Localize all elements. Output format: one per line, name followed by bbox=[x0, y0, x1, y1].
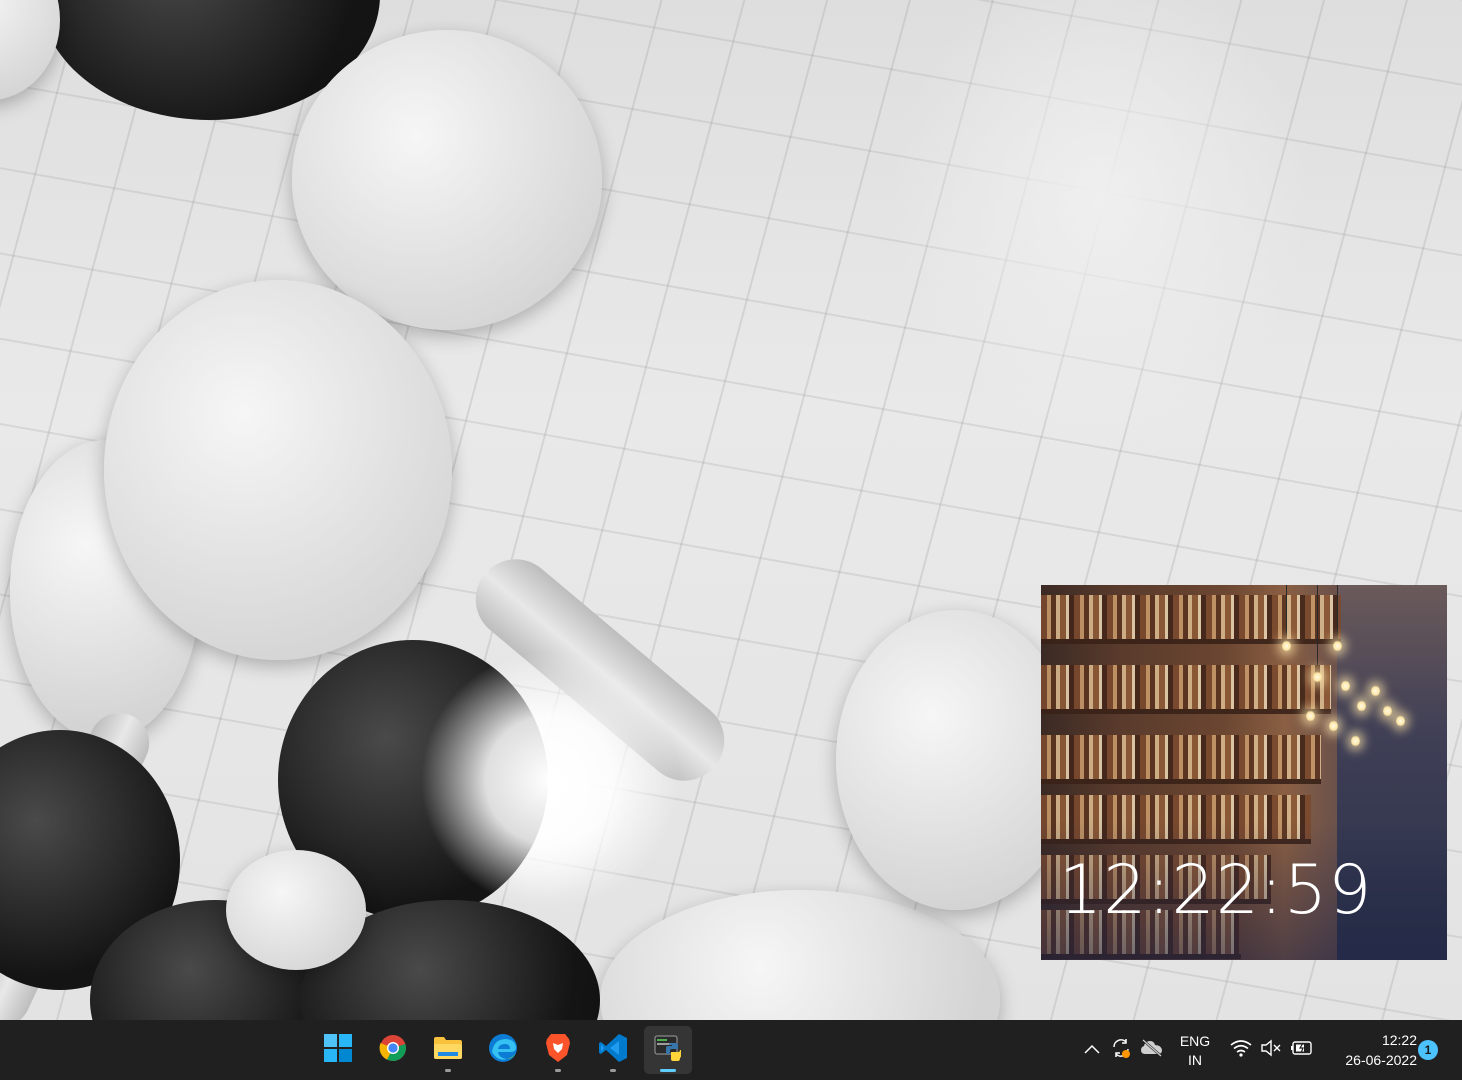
running-indicator bbox=[610, 1069, 616, 1072]
taskbar-date: 26-06-2022 bbox=[1345, 1052, 1417, 1068]
bookshelf-row bbox=[1041, 595, 1341, 644]
wallpaper-light-balloon-corner bbox=[0, 0, 60, 100]
lamp-bulb bbox=[1371, 685, 1380, 697]
lamp-bulb bbox=[1341, 680, 1350, 692]
bookshelf-row bbox=[1041, 735, 1321, 784]
windows-start-icon bbox=[323, 1033, 353, 1068]
taskbar-app-file-explorer[interactable] bbox=[424, 1026, 472, 1074]
chrome-icon bbox=[379, 1034, 407, 1067]
wifi-icon bbox=[1230, 1039, 1252, 1062]
wallpaper-light-flare bbox=[420, 650, 680, 910]
lamp-bulb bbox=[1396, 715, 1405, 727]
lamp-wire bbox=[1337, 585, 1338, 635]
lamp-bulb bbox=[1351, 735, 1360, 747]
active-indicator bbox=[660, 1069, 676, 1072]
vscode-icon bbox=[598, 1033, 628, 1068]
tray-overflow-button[interactable] bbox=[1080, 1038, 1104, 1062]
tray-battery-button[interactable] bbox=[1289, 1038, 1313, 1062]
brave-icon bbox=[545, 1033, 571, 1068]
desktop-wallpaper: 12:22:59 bbox=[0, 0, 1462, 1020]
volume-muted-icon bbox=[1260, 1039, 1282, 1062]
tray-volume-button[interactable] bbox=[1259, 1038, 1283, 1062]
clock-widget[interactable]: 12:22:59 bbox=[1041, 585, 1447, 960]
sync-icon bbox=[1110, 1037, 1132, 1064]
notification-badge[interactable]: 1 bbox=[1418, 1040, 1438, 1060]
python-icon bbox=[653, 1033, 683, 1068]
clock-datetime[interactable]: 12:22 26-06-2022 bbox=[1322, 1030, 1417, 1070]
language-region: IN bbox=[1188, 1052, 1202, 1068]
start-button[interactable] bbox=[314, 1026, 362, 1074]
wallpaper-light-balloon-center bbox=[104, 280, 452, 660]
tray-network-button[interactable] bbox=[1229, 1038, 1253, 1062]
taskbar: ENG IN 12:22 26-06-2022 1 bbox=[0, 1020, 1462, 1080]
taskbar-time: 12:22 bbox=[1381, 1032, 1417, 1048]
wallpaper-light-balloon-small bbox=[226, 850, 366, 970]
tray-onedrive-button[interactable] bbox=[1140, 1038, 1164, 1062]
wallpaper-light-balloon-right bbox=[836, 610, 1076, 910]
lamp-bulb bbox=[1333, 640, 1342, 652]
lamp-bulb bbox=[1306, 710, 1315, 722]
bookshelf-row bbox=[1041, 665, 1331, 714]
edge-icon bbox=[488, 1033, 518, 1068]
wallpaper-light-balloon-bottom bbox=[600, 890, 1000, 1020]
wallpaper-light-balloon-upper bbox=[292, 30, 602, 330]
lamp-bulb bbox=[1282, 640, 1291, 652]
language-code: ENG bbox=[1179, 1033, 1211, 1049]
tray-sync-button[interactable] bbox=[1109, 1038, 1133, 1062]
taskbar-app-edge[interactable] bbox=[479, 1026, 527, 1074]
taskbar-app-brave[interactable] bbox=[534, 1026, 582, 1074]
lamp-bulb bbox=[1383, 705, 1392, 717]
battery-charging-icon bbox=[1289, 1040, 1313, 1061]
lamp-bulb bbox=[1329, 720, 1338, 732]
lamp-wire bbox=[1286, 585, 1287, 635]
taskbar-app-vscode[interactable] bbox=[589, 1026, 637, 1074]
lamp-wire bbox=[1317, 585, 1318, 665]
running-indicator bbox=[555, 1069, 561, 1072]
taskbar-app-python[interactable] bbox=[644, 1026, 692, 1074]
lamp-bulb bbox=[1313, 671, 1322, 683]
running-indicator bbox=[445, 1069, 451, 1072]
file-explorer-icon bbox=[433, 1035, 463, 1066]
clock-time: 12:22:59 bbox=[1059, 851, 1373, 930]
chevron-up-icon bbox=[1084, 1041, 1100, 1059]
language-indicator[interactable]: ENG IN bbox=[1170, 1032, 1220, 1070]
lamp-bulb bbox=[1357, 700, 1366, 712]
onedrive-offline-icon bbox=[1140, 1038, 1164, 1062]
taskbar-app-chrome[interactable] bbox=[369, 1026, 417, 1074]
